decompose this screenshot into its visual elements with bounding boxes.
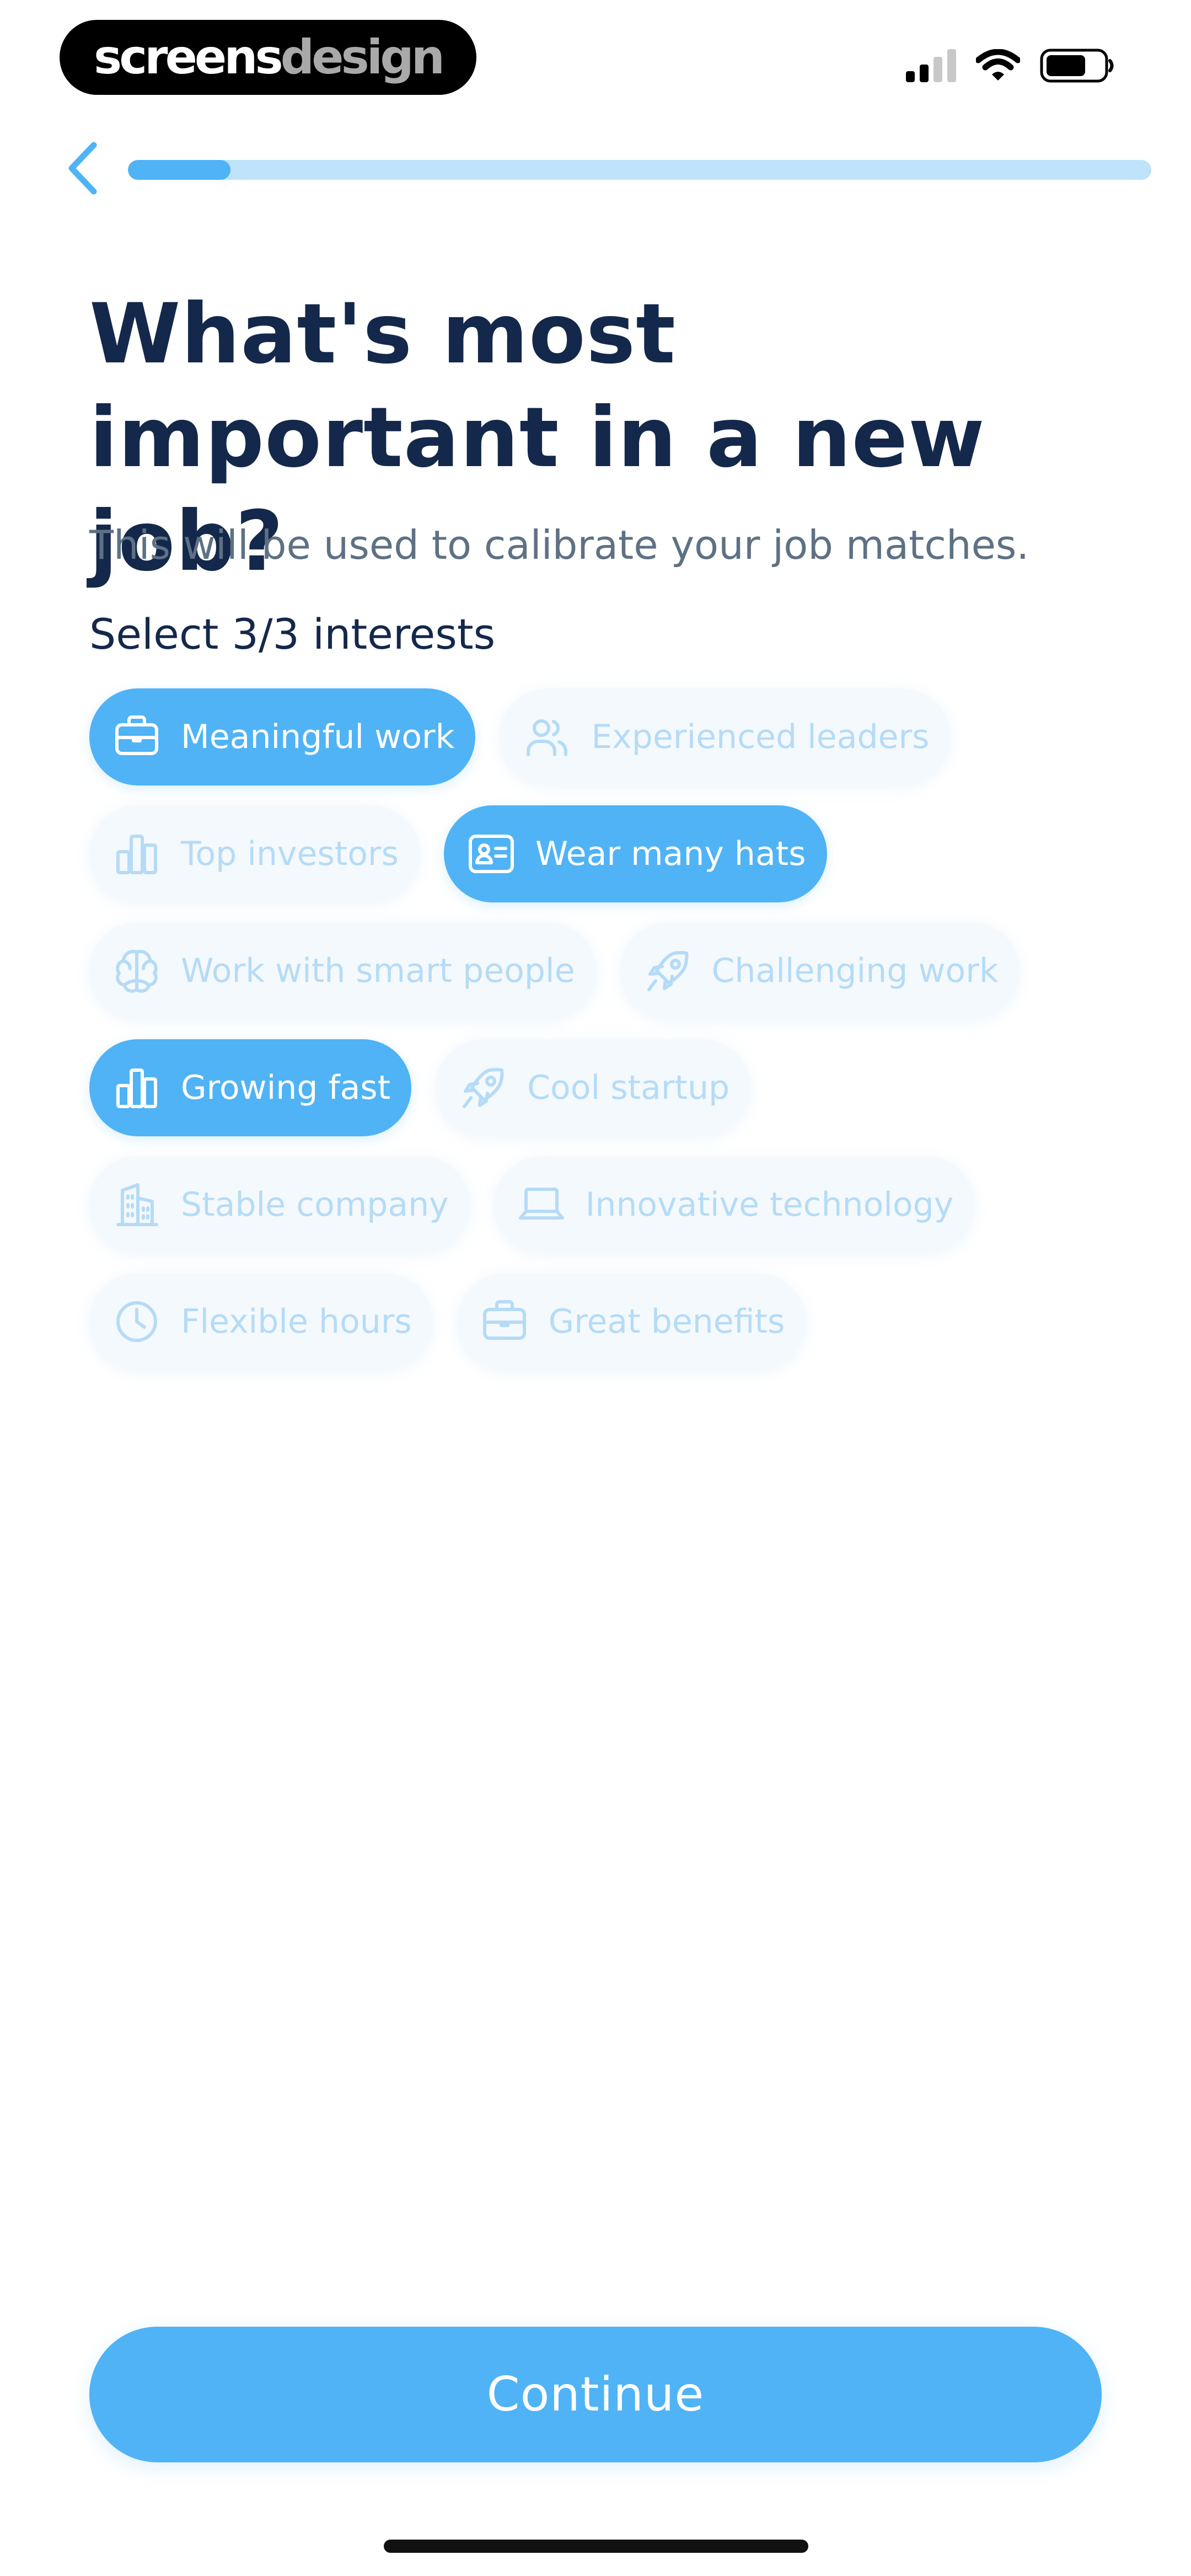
interest-chip-cool-startup[interactable]: Cool startup (436, 1039, 751, 1136)
interest-chip-label: Flexible hours (181, 1302, 412, 1341)
cellular-signal-icon (906, 49, 956, 82)
progress-bar (128, 160, 1151, 180)
interest-chip-stable-company[interactable]: Stable company (89, 1156, 470, 1253)
users-icon (522, 712, 572, 762)
bar-chart-icon (111, 829, 162, 879)
wifi-icon (976, 49, 1020, 82)
chip-row: Growing fast Cool startup (89, 1039, 1115, 1136)
progress-fill (128, 160, 230, 180)
building-icon (111, 1179, 162, 1230)
interest-chip-label: Experienced leaders (591, 718, 930, 756)
screensdesign-logo: screens design (60, 20, 476, 95)
chip-row: Flexible hours Great benefits (89, 1273, 1115, 1370)
logo-text-secondary: design (280, 30, 445, 85)
status-icons (906, 49, 1115, 83)
chip-row: Stable company Innovative technology (89, 1156, 1115, 1253)
clock-icon (111, 1296, 162, 1347)
interest-chip-label: Challenging work (711, 952, 999, 990)
back-button[interactable] (61, 138, 105, 199)
bar-chart-icon (111, 1062, 162, 1113)
brain-icon (111, 945, 162, 996)
interest-chip-label: Great benefits (548, 1302, 785, 1341)
interest-chip-label: Innovative technology (585, 1185, 954, 1224)
interest-chip-label: Wear many hats (535, 835, 806, 873)
id-card-icon (466, 829, 517, 879)
interest-chip-innovative-technology[interactable]: Innovative technology (493, 1156, 975, 1253)
interest-chip-label: Meaningful work (181, 718, 455, 756)
home-indicator (384, 2540, 808, 2553)
interest-chip-top-investors[interactable]: Top investors (89, 805, 420, 902)
interest-chip-flexible-hours[interactable]: Flexible hours (89, 1273, 433, 1370)
interest-chip-label: Work with smart people (181, 952, 575, 990)
interest-chip-label: Growing fast (181, 1068, 391, 1107)
chevron-left-icon (68, 142, 97, 195)
rocket-icon (458, 1062, 508, 1113)
briefcase-icon (111, 712, 162, 762)
interest-chip-great-benefits[interactable]: Great benefits (457, 1273, 806, 1370)
briefcase-icon (479, 1296, 530, 1347)
battery-icon (1040, 49, 1115, 83)
rocket-icon (642, 945, 693, 996)
interest-chips: Meaningful work Experienced leaders Top … (89, 688, 1115, 1390)
chip-row: Meaningful work Experienced leaders (89, 688, 1115, 785)
selection-count: Select 3/3 interests (89, 610, 496, 659)
interest-chip-growing-fast[interactable]: Growing fast (89, 1039, 412, 1136)
interest-chip-meaningful-work[interactable]: Meaningful work (89, 688, 476, 785)
interest-chip-label: Cool startup (527, 1068, 730, 1107)
chip-row: Work with smart people Challenging work (89, 922, 1115, 1019)
interest-chip-label: Top investors (181, 835, 399, 873)
interest-chip-experienced-leaders[interactable]: Experienced leaders (500, 688, 951, 785)
logo-text-primary: screens (94, 30, 283, 85)
page-subtitle: This will be used to calibrate your job … (89, 522, 1029, 568)
interest-chip-challenging-work[interactable]: Challenging work (620, 922, 1020, 1019)
chip-row: Top investors Wear many hats (89, 805, 1115, 902)
continue-button[interactable]: Continue (89, 2327, 1102, 2462)
interest-chip-label: Stable company (181, 1185, 449, 1224)
interest-chip-work-with-smart-people[interactable]: Work with smart people (89, 922, 596, 1019)
laptop-icon (516, 1179, 567, 1230)
interest-chip-wear-many-hats[interactable]: Wear many hats (443, 805, 827, 902)
